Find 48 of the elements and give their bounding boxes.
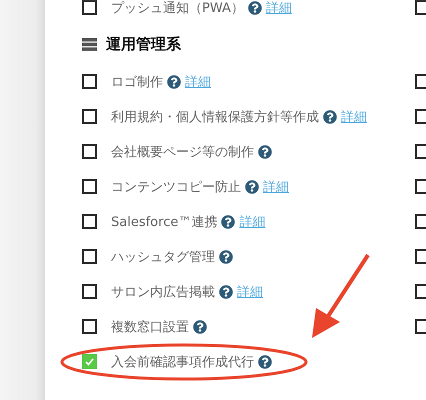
option-label: サロン内広告掲載 bbox=[111, 284, 215, 300]
checkbox[interactable] bbox=[415, 74, 426, 89]
checkbox[interactable] bbox=[82, 179, 97, 194]
section-title: 運用管理系 bbox=[106, 34, 181, 54]
checkbox[interactable] bbox=[82, 214, 97, 229]
check-icon bbox=[85, 358, 94, 366]
checkbox[interactable] bbox=[82, 354, 97, 369]
checkbox[interactable] bbox=[415, 179, 426, 194]
help-icon[interactable] bbox=[248, 0, 262, 14]
help-icon[interactable] bbox=[193, 320, 207, 334]
option-label: Salesforce™連携 bbox=[111, 214, 218, 230]
help-icon[interactable] bbox=[219, 284, 233, 298]
help-icon[interactable] bbox=[245, 180, 259, 194]
detail-link[interactable]: 詳細 bbox=[263, 178, 289, 196]
detail-link[interactable]: 詳細 bbox=[266, 0, 292, 16]
checkbox[interactable] bbox=[415, 109, 426, 124]
help-icon[interactable] bbox=[323, 110, 337, 124]
checkbox[interactable] bbox=[415, 214, 426, 229]
checkbox[interactable] bbox=[415, 319, 426, 334]
option-label: 入会前確認事項作成代行 bbox=[111, 354, 254, 370]
server-icon bbox=[82, 38, 97, 50]
checkbox[interactable] bbox=[82, 284, 97, 299]
checkbox[interactable] bbox=[415, 144, 426, 159]
detail-link[interactable]: 詳細 bbox=[239, 212, 266, 230]
detail-link[interactable]: 詳細 bbox=[185, 72, 211, 90]
checkbox[interactable] bbox=[82, 0, 97, 15]
help-icon[interactable] bbox=[221, 214, 236, 228]
option-label: ハッシュタグ管理 bbox=[111, 248, 215, 266]
checkbox[interactable] bbox=[415, 284, 426, 299]
checkbox[interactable] bbox=[415, 249, 426, 264]
option-label: ロゴ制作 bbox=[111, 74, 163, 90]
checkbox[interactable] bbox=[415, 0, 426, 15]
help-icon[interactable] bbox=[258, 354, 272, 368]
detail-link[interactable]: 詳細 bbox=[237, 282, 263, 300]
help-icon[interactable] bbox=[219, 250, 233, 264]
detail-link[interactable]: 詳細 bbox=[341, 108, 367, 126]
checkbox[interactable] bbox=[82, 144, 97, 159]
option-label: 利用規約・個人情報保護方針等作成 bbox=[111, 108, 319, 126]
checkbox[interactable] bbox=[82, 74, 97, 89]
checkbox[interactable] bbox=[82, 109, 97, 124]
option-label: 会社概要ページ等の制作 bbox=[111, 144, 254, 160]
help-icon[interactable] bbox=[258, 144, 272, 158]
checkbox[interactable] bbox=[82, 249, 97, 264]
option-label: 複数窓口設置 bbox=[111, 318, 189, 336]
option-label: プッシュ通知（PWA） bbox=[111, 0, 244, 16]
help-icon[interactable] bbox=[167, 74, 181, 88]
option-label: コンテンツコピー防止 bbox=[111, 178, 241, 196]
checkbox[interactable] bbox=[82, 319, 97, 334]
